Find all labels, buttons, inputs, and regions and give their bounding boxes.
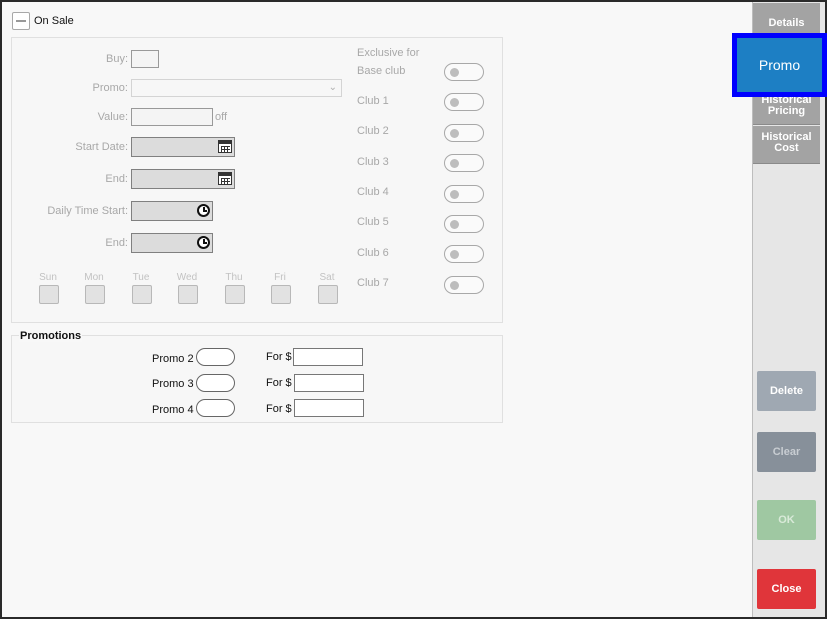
promo-select[interactable]: ⌄ — [131, 79, 342, 97]
club-label-1: Club 1 — [357, 95, 389, 107]
promo-label: Promo: — [92, 82, 128, 94]
exclusive-for-label: Exclusive for — [357, 47, 420, 59]
day-label-thu: Thu — [225, 272, 243, 283]
club-label-7: Club 7 — [357, 277, 389, 289]
end-time-input[interactable] — [131, 233, 213, 253]
end-time-label: End: — [105, 237, 128, 249]
club-toggle-7[interactable] — [444, 276, 484, 294]
end-date-label: End: — [105, 173, 128, 185]
promo-price-input[interactable] — [293, 348, 363, 366]
day-label-sat: Sat — [319, 272, 335, 283]
promo-row-label: Promo 4 — [152, 404, 194, 416]
club-label-2: Club 2 — [357, 125, 389, 137]
tab-promo[interactable]: Promo — [732, 33, 827, 97]
on-sale-checkbox[interactable] — [12, 12, 30, 30]
start-date-label: Start Date: — [75, 141, 128, 153]
club-label-base: Base club — [357, 65, 406, 77]
promo-toggle[interactable] — [196, 399, 235, 417]
promo-price-input[interactable] — [294, 399, 364, 417]
value-suffix: off — [215, 111, 228, 123]
calendar-icon[interactable] — [218, 140, 232, 153]
day-checkbox-tue[interactable] — [132, 285, 152, 304]
buy-label: Buy: — [105, 53, 128, 65]
club-toggle-base[interactable] — [444, 63, 484, 81]
end-date-input[interactable] — [131, 169, 235, 189]
promotions-title: Promotions — [19, 330, 83, 342]
day-label-mon: Mon — [84, 272, 104, 283]
club-toggle-1[interactable] — [444, 93, 484, 111]
daily-time-start-input[interactable] — [131, 201, 213, 221]
clock-icon[interactable] — [197, 204, 210, 217]
day-checkbox-fri[interactable] — [271, 285, 291, 304]
on-sale-label: On Sale — [34, 15, 74, 27]
club-toggle-6[interactable] — [444, 245, 484, 263]
day-label-wed: Wed — [176, 272, 198, 283]
buy-input[interactable] — [131, 50, 159, 68]
promotions-panel — [11, 335, 503, 423]
promo-row-label: Promo 3 — [152, 378, 194, 390]
promo-toggle[interactable] — [196, 374, 235, 392]
promo-toggle[interactable] — [196, 348, 235, 366]
club-label-5: Club 5 — [357, 216, 389, 228]
chevron-down-icon: ⌄ — [328, 82, 337, 93]
day-checkbox-mon[interactable] — [85, 285, 105, 304]
club-label-6: Club 6 — [357, 247, 389, 259]
for-price-label: For $ — [266, 351, 292, 363]
day-label-tue: Tue — [132, 272, 150, 283]
club-toggle-4[interactable] — [444, 185, 484, 203]
club-label-4: Club 4 — [357, 186, 389, 198]
daily-time-start-label: Daily Time Start: — [47, 205, 128, 217]
day-checkbox-sun[interactable] — [39, 285, 59, 304]
day-checkbox-sat[interactable] — [318, 285, 338, 304]
start-date-input[interactable] — [131, 137, 235, 157]
promo-row-label: Promo 2 — [152, 353, 194, 365]
clock-icon[interactable] — [197, 236, 210, 249]
close-button[interactable]: Close — [757, 569, 816, 609]
club-toggle-3[interactable] — [444, 154, 484, 172]
day-checkbox-thu[interactable] — [225, 285, 245, 304]
ok-button[interactable]: OK — [757, 500, 816, 540]
day-checkbox-wed[interactable] — [178, 285, 198, 304]
value-input[interactable] — [131, 108, 213, 126]
for-price-label: For $ — [266, 403, 292, 415]
club-toggle-2[interactable] — [444, 124, 484, 142]
tab-historical-cost[interactable]: Historical Cost — [753, 126, 820, 164]
for-price-label: For $ — [266, 377, 292, 389]
value-label: Value: — [97, 111, 128, 123]
clear-button[interactable]: Clear — [757, 432, 816, 472]
day-label-sun: Sun — [39, 272, 57, 283]
club-label-3: Club 3 — [357, 156, 389, 168]
calendar-icon[interactable] — [218, 172, 232, 185]
club-toggle-5[interactable] — [444, 215, 484, 233]
delete-button[interactable]: Delete — [757, 371, 816, 411]
promo-price-input[interactable] — [294, 374, 364, 392]
day-label-fri: Fri — [274, 272, 286, 283]
